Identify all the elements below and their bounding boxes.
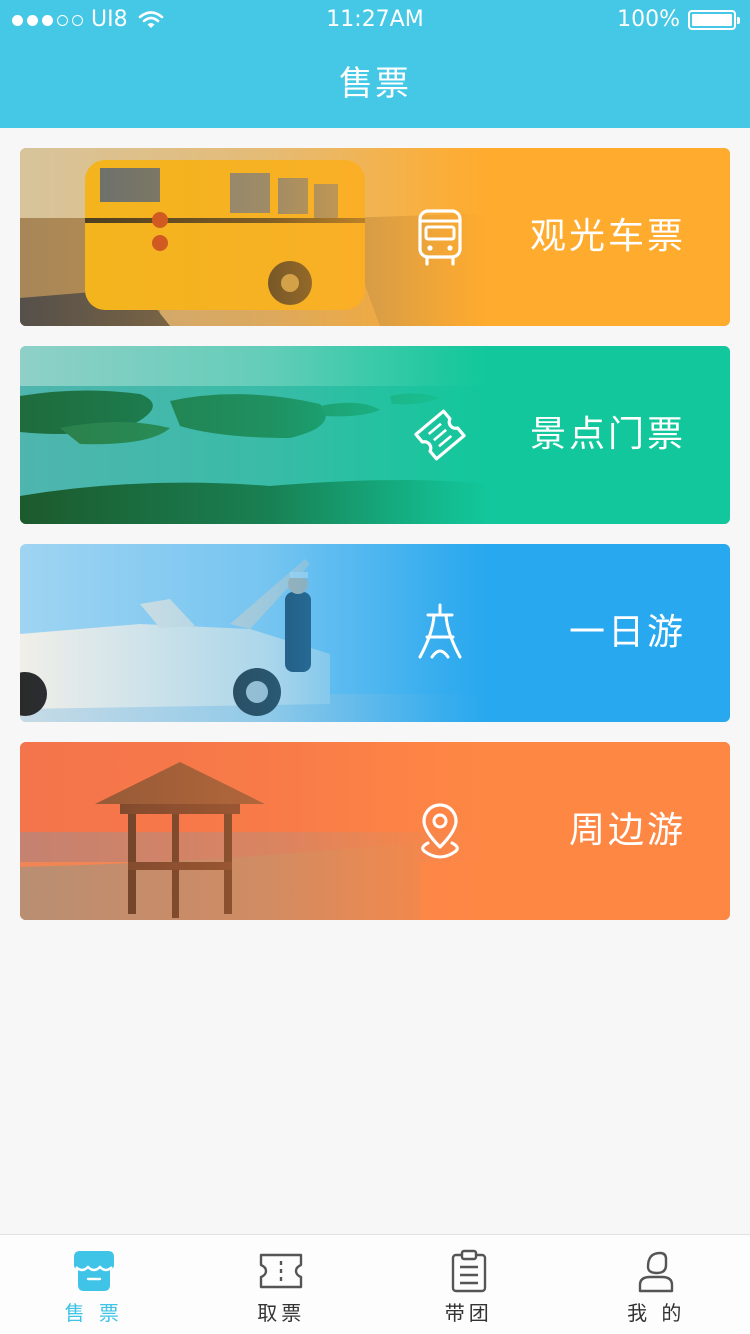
page-title: 售票: [339, 64, 411, 104]
card-label: 观光车票: [529, 216, 686, 257]
clipboard-icon: [451, 1249, 486, 1293]
tab-label: 取票: [257, 1301, 306, 1325]
tab-collect-tickets[interactable]: 取票: [188, 1235, 376, 1334]
user-icon: [639, 1251, 674, 1293]
status-right: 100%: [617, 0, 740, 40]
card-day-tour[interactable]: 一日游: [20, 544, 730, 722]
battery-icon: [688, 10, 740, 30]
screen: UI8 11:27AM 100% 售票 观光车票 景点门票 一日游 周边游 售 …: [0, 0, 750, 1334]
ticket-stub-icon: [260, 1253, 303, 1289]
tab-label: 带团: [444, 1301, 493, 1325]
status-bar: UI8 11:27AM 100%: [0, 0, 750, 40]
card-nearby-tour[interactable]: 周边游: [20, 742, 730, 920]
header: UI8 11:27AM 100% 售票: [0, 0, 750, 128]
bus-icon: [418, 209, 462, 266]
card-sightseeing-bus-tickets[interactable]: 观光车票: [20, 148, 730, 326]
battery-level: [692, 14, 732, 26]
tab-profile[interactable]: 我 的: [563, 1235, 750, 1334]
tab-bar: 售 票 取票 带团 我 的: [0, 1234, 750, 1334]
card-label: 一日游: [568, 612, 686, 653]
card-label: 景点门票: [529, 414, 686, 455]
tab-lead-group[interactable]: 带团: [375, 1235, 563, 1334]
battery-percentage: 100%: [617, 7, 680, 32]
category-list: 观光车票 景点门票 一日游 周边游: [20, 148, 730, 940]
shop-icon: [73, 1251, 114, 1291]
card-label: 周边游: [568, 810, 686, 851]
ticket-icon: [414, 409, 466, 461]
tab-label: 我 的: [627, 1301, 686, 1325]
tower-icon: [418, 603, 462, 659]
location-pin-icon: [421, 803, 459, 859]
card-attraction-tickets[interactable]: 景点门票: [20, 346, 730, 524]
tab-label: 售 票: [64, 1301, 123, 1325]
tab-sell-tickets[interactable]: 售 票: [0, 1235, 188, 1334]
